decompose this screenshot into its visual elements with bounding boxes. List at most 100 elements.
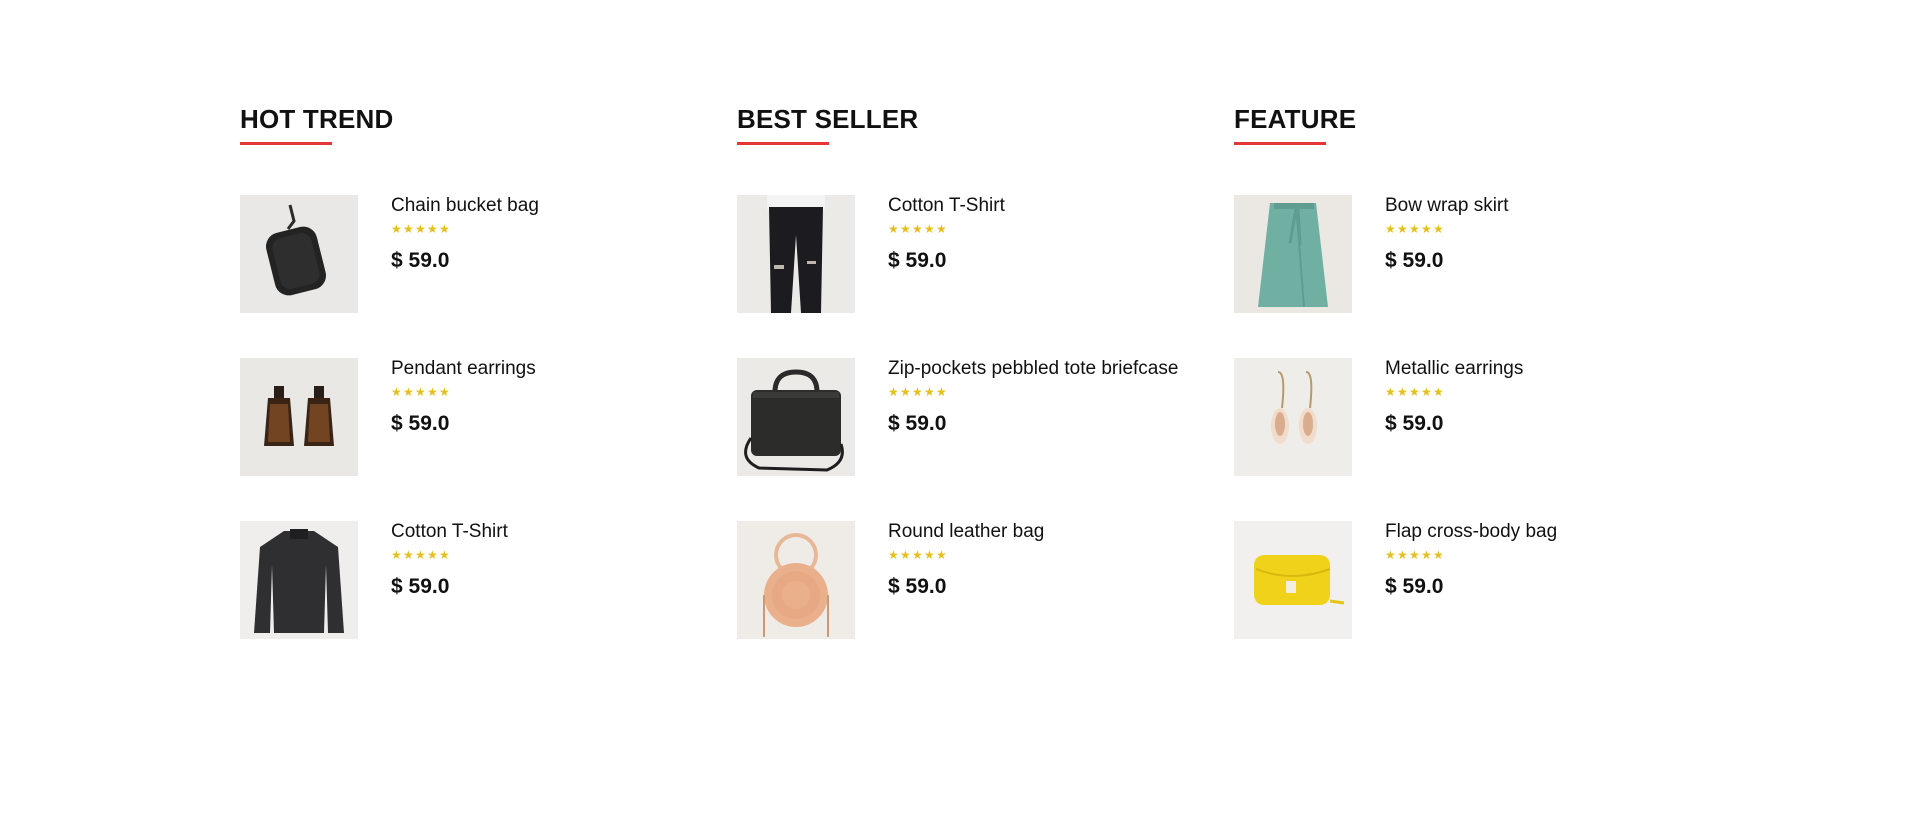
rating-stars: ★ ★ ★ ★ ★	[391, 548, 691, 564]
star-icon: ★	[912, 385, 923, 399]
product-image[interactable]	[240, 521, 358, 639]
product-image[interactable]	[240, 195, 358, 313]
star-icon: ★	[403, 222, 414, 236]
product-sections: HOT TREND Chain bucket bag ★ ★ ★ ★ ★ $ 59.0	[240, 100, 1680, 660]
section-title: FEATURE	[1234, 104, 1357, 134]
briefcase-image	[737, 358, 855, 476]
rating-stars: ★ ★ ★ ★ ★	[1385, 222, 1685, 238]
product-name[interactable]: Cotton T-Shirt	[888, 195, 1188, 216]
product-item[interactable]: Zip-pockets pebbled tote briefcase ★ ★ ★ ★ ★…	[737, 358, 1217, 521]
rattan-bag-image	[737, 521, 855, 639]
product-price: $ 59.0	[1385, 249, 1444, 272]
star-icon: ★	[1385, 548, 1396, 562]
product-price: $ 59.0	[391, 249, 450, 272]
wrap-skirt-image	[1234, 195, 1352, 313]
star-icon: ★	[427, 385, 438, 399]
star-icon: ★	[900, 222, 911, 236]
section-feature: FEATURE Bow wrap skirt ★★★★★ $ 59.0	[1234, 100, 1714, 684]
star-icon: ★	[427, 548, 438, 562]
star-icon: ★	[936, 548, 947, 562]
star-icon: ★	[924, 548, 935, 562]
star-icon: ★	[439, 385, 450, 399]
rating-stars: ★ ★ ★ ★ ★	[1385, 548, 1685, 564]
star-icon: ★	[391, 385, 402, 399]
star-icon: ★	[888, 222, 899, 236]
star-icon: ★	[415, 385, 426, 399]
knit-top-image	[240, 521, 358, 639]
product-name[interactable]: Cotton T-Shirt	[391, 521, 691, 542]
star-icon: ★	[1409, 222, 1420, 236]
star-icon: ★	[900, 385, 911, 399]
star-icon: ★	[912, 548, 923, 562]
star-icon: ★	[415, 548, 426, 562]
star-icon: ★	[1385, 222, 1396, 236]
rating-stars: ★ ★ ★ ★ ★	[391, 222, 691, 238]
product-name[interactable]: Chain bucket bag	[391, 195, 691, 216]
star-icon: ★	[900, 548, 911, 562]
product-price: $ 59.0	[391, 575, 450, 598]
yellow-bag-image	[1234, 521, 1352, 639]
shell-earrings-image	[1234, 358, 1352, 476]
product-image[interactable]	[737, 195, 855, 313]
product-image[interactable]	[737, 358, 855, 476]
product-item[interactable]: Pendant earrings ★ ★ ★ ★ ★ $ 59.0	[240, 358, 720, 521]
star-icon: ★	[1397, 548, 1408, 562]
star-icon: ★	[415, 222, 426, 236]
ripped-jeans-image	[737, 195, 855, 313]
product-price: $ 59.0	[1385, 575, 1444, 598]
product-name[interactable]: Flap cross-body bag	[1385, 521, 1685, 542]
product-name[interactable]: Bow wrap skirt	[1385, 195, 1685, 216]
star-icon: ★	[439, 548, 450, 562]
product-image[interactable]	[1234, 195, 1352, 313]
rating-stars: ★ ★ ★ ★ ★	[888, 222, 1188, 238]
star-icon: ★	[1433, 222, 1444, 236]
product-name[interactable]: Pendant earrings	[391, 358, 691, 379]
star-icon: ★	[1409, 385, 1420, 399]
star-icon: ★	[888, 385, 899, 399]
star-icon: ★	[1433, 385, 1444, 399]
product-image[interactable]	[240, 358, 358, 476]
product-item[interactable]: Round leather bag ★ ★ ★ ★ ★ $ 59.0	[737, 521, 1217, 684]
star-icon: ★	[403, 385, 414, 399]
product-image[interactable]	[1234, 358, 1352, 476]
product-item[interactable]: Bow wrap skirt ★ ★ ★ ★ ★ $ 59.0	[1234, 195, 1714, 358]
product-item[interactable]: Flap cross-body bag ★ ★ ★ ★ ★ $ 59.0	[1234, 521, 1714, 684]
star-icon: ★	[888, 548, 899, 562]
product-name[interactable]: Metallic earrings	[1385, 358, 1685, 379]
product-price: $ 59.0	[391, 412, 450, 435]
product-image[interactable]	[737, 521, 855, 639]
product-name[interactable]: Zip-pockets pebbled tote briefcase	[888, 358, 1188, 379]
rating-stars: ★ ★ ★ ★ ★	[391, 385, 691, 401]
product-price: $ 59.0	[1385, 412, 1444, 435]
rating-stars: ★ ★ ★ ★ ★	[888, 385, 1188, 401]
product-price: $ 59.0	[888, 575, 947, 598]
product-price: $ 59.0	[888, 249, 947, 272]
rating-stars: ★ ★ ★ ★ ★	[1385, 385, 1685, 401]
star-icon: ★	[936, 385, 947, 399]
product-name[interactable]: Round leather bag	[888, 521, 1188, 542]
pouch-bag-image	[240, 195, 358, 313]
section-best-seller: BEST SELLER Cotton T-Shirt ★ ★ ★ ★ ★ $ 59.0	[737, 100, 1217, 684]
fringe-earrings-image	[240, 358, 358, 476]
section-title: BEST SELLER	[737, 104, 919, 134]
star-icon: ★	[1421, 548, 1432, 562]
star-icon: ★	[1397, 222, 1408, 236]
rating-stars: ★ ★ ★ ★ ★	[888, 548, 1188, 564]
star-icon: ★	[924, 222, 935, 236]
star-icon: ★	[1421, 385, 1432, 399]
product-item[interactable]: Metallic earrings ★ ★ ★ ★ ★ $ 59.0	[1234, 358, 1714, 521]
star-icon: ★	[403, 548, 414, 562]
star-icon: ★	[391, 548, 402, 562]
section-hot-trend: HOT TREND Chain bucket bag ★ ★ ★ ★ ★ $ 59.0	[240, 100, 720, 684]
star-icon: ★	[924, 385, 935, 399]
star-icon: ★	[912, 222, 923, 236]
product-item[interactable]: Cotton T-Shirt ★ ★ ★ ★ ★ $ 59.0	[737, 195, 1217, 358]
title-underline	[240, 142, 332, 145]
star-icon: ★	[1409, 548, 1420, 562]
product-item[interactable]: Cotton T-Shirt ★ ★ ★ ★ ★ $ 59.0	[240, 521, 720, 684]
star-icon: ★	[439, 222, 450, 236]
product-item[interactable]: Chain bucket bag ★ ★ ★ ★ ★ $ 59.0	[240, 195, 720, 358]
product-image[interactable]	[1234, 521, 1352, 639]
star-icon: ★	[1433, 548, 1444, 562]
star-icon: ★	[1397, 385, 1408, 399]
